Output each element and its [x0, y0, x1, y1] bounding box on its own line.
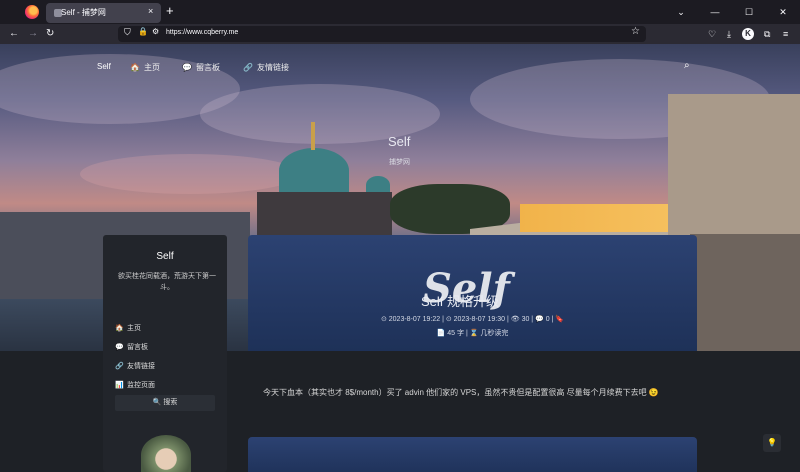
cloud-shape [80, 154, 300, 194]
post-word-count: 📄 45 字 | ⌛ 几秒读完 [436, 330, 509, 337]
hero-title: Self [388, 134, 411, 149]
tab-active[interactable]: Self - 捕梦网 × [46, 3, 161, 23]
hero-subtitle: 捕梦网 [389, 159, 410, 166]
chat-icon: 💬 [182, 63, 192, 72]
tab-strip: Self - 捕梦网 × + ⌄ — ☐ ✕ [0, 0, 800, 24]
home-icon: 🏠 [115, 324, 124, 332]
mascot-avatar [141, 435, 191, 472]
link-icon: 🔗 [243, 63, 253, 72]
home-icon: 🏠 [130, 63, 140, 72]
nav-item-label: 主页 [143, 63, 160, 72]
permissions-icon[interactable]: ⚙ [152, 27, 159, 36]
sidebar-item-label: 留言板 [127, 343, 148, 351]
tab-close-button[interactable]: × [148, 6, 153, 16]
author-card: Self 欲买桂花同载酒，荒游天下第一斗。 🏠 主页 💬 留言板 🔗 友情链接 … [103, 235, 227, 472]
tracking-protection-icon[interactable]: ⛉ [124, 27, 131, 38]
chat-icon: 💬 [115, 343, 124, 351]
extension-button[interactable]: K [742, 28, 754, 40]
link-icon: 🔗 [115, 362, 124, 370]
url-text[interactable]: https://www.cqberry.me [166, 29, 238, 36]
sidebar-item-guestbook[interactable]: 💬 留言板 [115, 337, 155, 356]
nav-item-home[interactable]: 🏠 主页 [130, 62, 160, 73]
post-meta: ⊙ 2023-8-07 19:22 | ⊙ 2023-8-07 19:30 | … [380, 316, 565, 323]
nav-item-label: 友情链接 [256, 63, 289, 72]
sidebar-menu: 🏠 主页 💬 留言板 🔗 友情链接 📊 监控页面 [115, 318, 155, 394]
site-navbar: Self 🏠 主页 💬 留言板 🔗 友情链接 ⌕ [0, 58, 800, 76]
maximize-button[interactable]: ☐ [732, 0, 766, 24]
extensions-icon[interactable]: ⧉ [764, 27, 770, 41]
sidebar-item-label: 友情链接 [127, 362, 155, 370]
list-all-tabs-button[interactable]: ⌄ [664, 0, 698, 24]
nav-item-label: 留言板 [195, 63, 220, 72]
new-tab-button[interactable]: + [166, 3, 174, 19]
lock-icon[interactable]: 🔒 [138, 27, 148, 36]
minimize-button[interactable]: — [698, 0, 732, 24]
close-window-button[interactable]: ✕ [766, 0, 800, 24]
sidebar-item-label: 主页 [127, 324, 141, 332]
post-header[interactable]: Self Self 规格升级 ⊙ 2023-8-07 19:22 | ⊙ 202… [248, 235, 697, 351]
tab-title: Self - 捕梦网 [61, 8, 106, 17]
cathedral-spire [311, 122, 315, 150]
forward-button[interactable]: → [28, 27, 38, 41]
pocket-icon[interactable]: ♡ [708, 27, 716, 41]
reload-button[interactable]: ↻ [46, 27, 54, 41]
next-post-header[interactable] [248, 437, 697, 472]
museum-building [668, 94, 800, 254]
stone-wall [690, 234, 800, 351]
bookmark-star-icon[interactable]: ☆ [631, 26, 640, 37]
nav-item-guestbook[interactable]: 💬 留言板 [182, 62, 220, 73]
page-viewport: Self 🏠 主页 💬 留言板 🔗 友情链接 ⌕ Self 捕梦网 Self 欲… [0, 44, 800, 472]
cathedral-dome [279, 148, 349, 193]
search-icon[interactable]: ⌕ [684, 60, 690, 71]
nav-item-links[interactable]: 🔗 友情链接 [243, 62, 289, 73]
app-menu-icon[interactable]: ≡ [783, 27, 788, 41]
monitor-icon: 📊 [115, 381, 124, 389]
firefox-logo-icon[interactable] [25, 5, 39, 19]
sidebar-item-home[interactable]: 🏠 主页 [115, 318, 155, 337]
downloads-icon[interactable]: ⤓ [727, 27, 731, 41]
sidebar-item-label: 监控页面 [127, 381, 155, 389]
site-brand-link[interactable]: Self [97, 62, 111, 71]
navigation-toolbar: ← → ↻ ⛉ 🔒 ⚙ https://www.cqberry.me ☆ ♡ ⤓… [0, 24, 800, 44]
post-excerpt: 今天下血本（其实也才 8$/month）买了 advin 他们家的 VPS，虽然… [263, 388, 659, 397]
post-title[interactable]: Self 规格升级 [421, 291, 499, 310]
sidebar-item-monitor[interactable]: 📊 监控页面 [115, 375, 155, 394]
window-controls: ⌄ — ☐ ✕ [664, 0, 800, 24]
back-button[interactable]: ← [9, 27, 19, 41]
post-body: 今天下血本（其实也才 8$/month）买了 advin 他们家的 VPS，虽然… [248, 351, 697, 431]
sidebar-item-links[interactable]: 🔗 友情链接 [115, 356, 155, 375]
author-name: Self [156, 251, 174, 262]
address-bar[interactable]: ⛉ 🔒 ⚙ https://www.cqberry.me ☆ [118, 26, 646, 42]
theme-toggle-button[interactable]: 💡 [763, 434, 781, 452]
sidebar-search-button[interactable]: 🔍 搜索 [115, 395, 215, 411]
author-description: 欲买桂花同载酒，荒游天下第一斗。 [118, 273, 216, 291]
